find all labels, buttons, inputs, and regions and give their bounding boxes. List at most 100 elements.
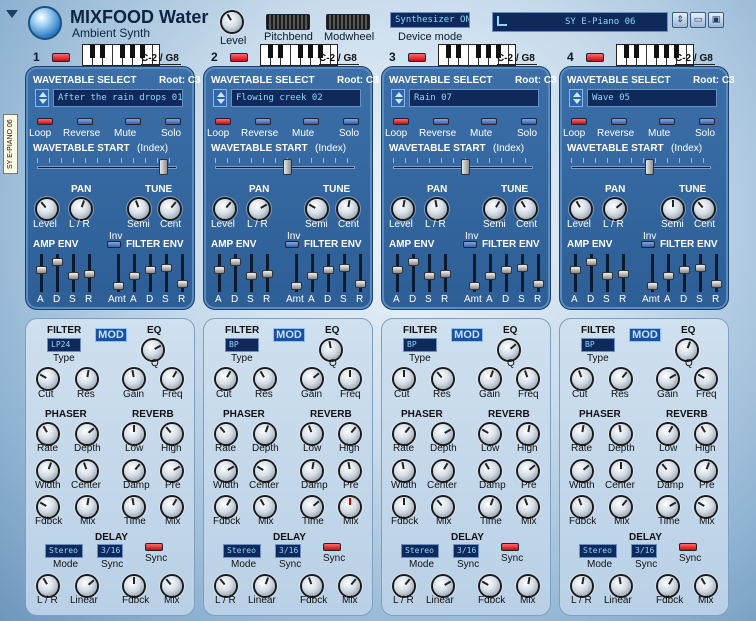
reverb-damp-knob[interactable] (658, 461, 678, 481)
filter-env-amt-slider[interactable] (291, 282, 302, 290)
wave-select-arrows-icon[interactable] (391, 89, 405, 107)
wavetable-start-thumb[interactable] (461, 159, 470, 175)
reverb-low-knob[interactable] (302, 424, 322, 444)
semi-knob[interactable] (485, 199, 505, 219)
filter-res-knob[interactable] (77, 369, 97, 389)
delay-mix-knob[interactable] (696, 576, 716, 596)
reverb-high-knob[interactable] (696, 424, 716, 444)
delay-linear-knob[interactable] (255, 576, 275, 596)
delay-mode-display[interactable]: Stereo (401, 544, 439, 558)
cent-knob[interactable] (338, 199, 358, 219)
reverb-mix-knob[interactable] (518, 497, 538, 517)
reverb-pre-knob[interactable] (340, 461, 360, 481)
layer-enable-led[interactable] (230, 53, 248, 62)
phaser-center-knob[interactable] (77, 461, 97, 481)
filter-env-r-slider[interactable] (177, 280, 188, 288)
delay-linear-knob[interactable] (611, 576, 631, 596)
reverse-button[interactable] (77, 118, 93, 125)
solo-button[interactable] (343, 118, 359, 125)
phaser-mix-knob[interactable] (77, 497, 97, 517)
wavetable-start-thumb[interactable] (645, 159, 654, 175)
reverb-damp-knob[interactable] (302, 461, 322, 481)
filter-cut-knob[interactable] (572, 369, 592, 389)
filter-env-a-slider[interactable] (129, 272, 140, 280)
filter-env-d-slider[interactable] (323, 266, 334, 274)
phaser-depth-knob[interactable] (433, 424, 453, 444)
phaser-fdbck-knob[interactable] (216, 497, 236, 517)
wavetable-start-slider[interactable] (571, 166, 711, 169)
delay-sync-button[interactable] (145, 543, 163, 551)
delay-fdbck-knob[interactable] (658, 576, 678, 596)
delay-sync-display[interactable]: 3/16 (275, 544, 301, 558)
filter-env-d-slider[interactable] (679, 266, 690, 274)
level-knob[interactable] (37, 199, 57, 219)
device-mode-display[interactable]: Synthesizer ON (390, 12, 470, 28)
reverb-low-knob[interactable] (480, 424, 500, 444)
reverb-damp-knob[interactable] (480, 461, 500, 481)
phaser-fdbck-knob[interactable] (394, 497, 414, 517)
amp-env-d-slider[interactable] (586, 258, 597, 266)
phaser-rate-knob[interactable] (394, 424, 414, 444)
semi-knob[interactable] (663, 199, 683, 219)
inv-button[interactable] (641, 241, 655, 248)
reverb-pre-knob[interactable] (518, 461, 538, 481)
reverb-low-knob[interactable] (658, 424, 678, 444)
save-icon[interactable]: ▣ (708, 12, 724, 28)
filter-res-knob[interactable] (611, 369, 631, 389)
reverb-mix-knob[interactable] (162, 497, 182, 517)
wave-select-arrows-icon[interactable] (213, 89, 227, 107)
eq-q-knob[interactable] (499, 340, 519, 360)
reverb-high-knob[interactable] (162, 424, 182, 444)
amp-env-s-slider[interactable] (602, 272, 613, 280)
phaser-rate-knob[interactable] (38, 424, 58, 444)
filter-cut-knob[interactable] (394, 369, 414, 389)
phaser-center-knob[interactable] (255, 461, 275, 481)
filter-res-knob[interactable] (433, 369, 453, 389)
preset-display[interactable]: SY E-Piano 06 (492, 12, 668, 32)
reverse-button[interactable] (433, 118, 449, 125)
level-knob[interactable] (215, 199, 235, 219)
wave-name-display[interactable]: Rain 07 (409, 89, 539, 107)
filter-env-amt-slider[interactable] (469, 282, 480, 290)
amp-env-a-slider[interactable] (214, 266, 225, 274)
delay-sync-display[interactable]: 3/16 (453, 544, 479, 558)
inv-button[interactable] (463, 241, 477, 248)
filter-env-r-slider[interactable] (355, 280, 366, 288)
phaser-mix-knob[interactable] (611, 497, 631, 517)
eq-q-knob[interactable] (143, 340, 163, 360)
delay-fdbck-knob[interactable] (302, 576, 322, 596)
delay-mix-knob[interactable] (518, 576, 538, 596)
amp-env-r-slider[interactable] (262, 270, 273, 278)
eq-freq-knob[interactable] (162, 369, 182, 389)
filter-env-amt-slider[interactable] (113, 282, 124, 290)
delay-fdbck-knob[interactable] (480, 576, 500, 596)
reverb-mix-knob[interactable] (340, 497, 360, 517)
layer-enable-led[interactable] (408, 53, 426, 62)
cent-knob[interactable] (694, 199, 714, 219)
phaser-width-knob[interactable] (394, 461, 414, 481)
amp-env-a-slider[interactable] (36, 266, 47, 274)
reverb-pre-knob[interactable] (696, 461, 716, 481)
phaser-depth-knob[interactable] (255, 424, 275, 444)
solo-button[interactable] (165, 118, 181, 125)
filter-env-a-slider[interactable] (485, 272, 496, 280)
delay-lr-knob[interactable] (216, 576, 236, 596)
delay-mode-display[interactable]: Stereo (223, 544, 261, 558)
phaser-fdbck-knob[interactable] (572, 497, 592, 517)
eq-gain-knob[interactable] (480, 369, 500, 389)
reverb-pre-knob[interactable] (162, 461, 182, 481)
eq-gain-knob[interactable] (124, 369, 144, 389)
amp-env-a-slider[interactable] (570, 266, 581, 274)
master-level-knob[interactable] (222, 12, 242, 32)
delay-linear-knob[interactable] (433, 576, 453, 596)
preset-up-down-icon[interactable]: ⇕ (672, 12, 688, 28)
delay-sync-display[interactable]: 3/16 (631, 544, 657, 558)
eq-q-knob[interactable] (677, 340, 697, 360)
mod-button[interactable]: MOD (451, 328, 483, 342)
delay-lr-knob[interactable] (572, 576, 592, 596)
filter-res-knob[interactable] (255, 369, 275, 389)
eq-gain-knob[interactable] (658, 369, 678, 389)
delay-linear-knob[interactable] (77, 576, 97, 596)
filter-env-d-slider[interactable] (501, 266, 512, 274)
reverse-button[interactable] (255, 118, 271, 125)
